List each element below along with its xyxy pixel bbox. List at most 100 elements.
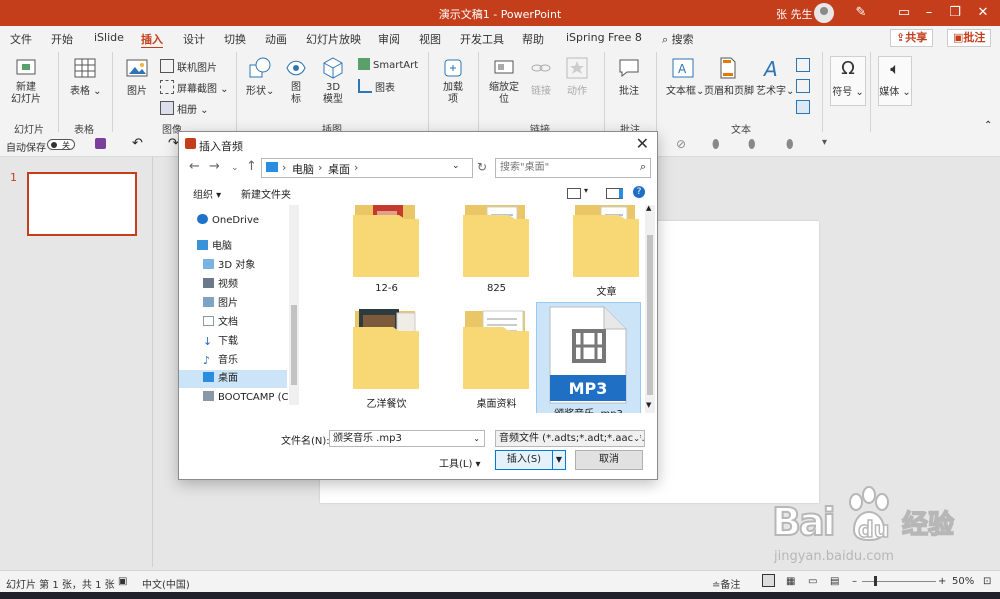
album-button[interactable]: 相册 ⌄ (160, 101, 209, 116)
table-button[interactable]: 表格 ⌄ (70, 56, 102, 97)
language[interactable]: 中文(中国) (142, 576, 190, 591)
address-bar[interactable]: › 电脑 › 桌面 › ⌄ (261, 158, 473, 178)
files-scrollbar-thumb[interactable] (647, 235, 653, 395)
tab-home[interactable]: 开始 (51, 31, 73, 47)
icons-button[interactable]: 图 标 (284, 56, 308, 106)
preview-pane-icon[interactable] (606, 188, 623, 199)
search-box[interactable]: ⌕ (495, 158, 651, 178)
files-scrollbar[interactable]: ▲ ▼ (645, 204, 655, 413)
tab-animations[interactable]: 动画 (265, 31, 287, 47)
filename-input[interactable]: 颁奖音乐 .mp3 ⌄ (329, 430, 485, 447)
back-icon[interactable]: ← (189, 159, 200, 174)
filename-dropdown-icon[interactable]: ⌄ (473, 431, 480, 446)
chart-button[interactable]: 图表 (358, 79, 395, 94)
zoom-level[interactable]: 50% (952, 576, 974, 587)
save-icon[interactable] (95, 138, 106, 149)
qat-shape-icon-4[interactable]: ⬮ (786, 137, 794, 152)
date-time-icon[interactable] (796, 58, 813, 73)
collapse-ribbon-icon[interactable]: ⌃ (984, 120, 992, 131)
autosave-toggle[interactable]: 关 (47, 139, 75, 150)
addins-button[interactable]: 加载 项 (438, 56, 468, 106)
object-icon[interactable] (796, 100, 813, 115)
nav-computer[interactable]: 电脑 (197, 238, 232, 256)
slide-thumbnail[interactable] (27, 172, 137, 236)
online-picture-button[interactable]: 联机图片 (160, 59, 217, 74)
minimize-icon[interactable]: – (918, 3, 940, 23)
filetype-select[interactable]: 音频文件 (*.adts;*.adt;*.aac;*.a ⌄ (495, 430, 645, 447)
view-dropdown-icon[interactable]: ▾ (584, 186, 588, 195)
help-icon[interactable]: ? (633, 186, 645, 198)
normal-view-icon[interactable] (762, 574, 775, 587)
nav-music[interactable]: ♪ 音乐 (203, 352, 238, 370)
pen-icon[interactable]: ✎ (850, 3, 872, 23)
3d-model-button[interactable]: 3D 模型 (318, 56, 348, 106)
header-footer-button[interactable]: 页眉和页脚 (704, 56, 754, 97)
tab-slideshow[interactable]: 幻灯片放映 (306, 31, 361, 47)
qat-shape-icon-2[interactable]: ⬮ (712, 137, 720, 152)
filetype-dropdown-icon[interactable]: ⌄ (633, 431, 640, 446)
search-input[interactable] (496, 159, 636, 175)
qat-customize-icon[interactable]: ▾ (822, 137, 827, 148)
nav-onedrive[interactable]: OneDrive (197, 212, 259, 230)
zoom-slider-thumb[interactable] (874, 576, 877, 586)
tools-button[interactable]: 工具(L) ▾ (439, 455, 481, 470)
tab-help[interactable]: 帮助 (522, 31, 544, 47)
smartart-button[interactable]: SmartArt (358, 58, 418, 71)
picture-button[interactable]: 图片 (122, 56, 152, 97)
zoom-in-icon[interactable]: + (938, 576, 946, 587)
tab-design[interactable]: 设计 (183, 31, 205, 47)
comments-button[interactable]: ▣批注 (947, 29, 992, 47)
close-icon[interactable]: ✕ (972, 3, 994, 23)
symbol-button[interactable]: Ω 符号 ⌄ (830, 56, 866, 106)
tab-ispring[interactable]: iSpring Free 8 (566, 31, 642, 44)
up-icon[interactable]: ↑ (246, 159, 257, 174)
tab-view[interactable]: 视图 (419, 31, 441, 47)
user-name[interactable]: 张 先生 (776, 6, 813, 22)
slide-sorter-icon[interactable]: ▦ (786, 576, 795, 587)
slide-number-icon[interactable] (796, 79, 813, 94)
wordart-button[interactable]: A 艺术字⌄ (756, 56, 794, 97)
undo-icon[interactable]: ↶ (132, 136, 143, 151)
nav-downloads[interactable]: ↓ 下载 (203, 333, 238, 351)
tab-transitions[interactable]: 切换 (224, 31, 246, 47)
zoom-out-icon[interactable]: – (852, 576, 857, 587)
new-slide-button[interactable]: 新建 幻灯片 (8, 56, 44, 106)
tab-review[interactable]: 审阅 (378, 31, 400, 47)
dialog-close-icon[interactable]: ✕ (636, 134, 649, 153)
action-button[interactable]: 动作 (564, 56, 590, 97)
nav-scrollbar-thumb[interactable] (291, 305, 297, 385)
refresh-icon[interactable]: ↻ (477, 160, 487, 174)
view-icon[interactable] (567, 188, 581, 199)
shapes-button[interactable]: 形状⌄ (246, 56, 274, 97)
media-button[interactable]: 🔈︎ 媒体 ⌄ (878, 56, 912, 106)
ribbon-display-icon[interactable]: ▭ (893, 3, 915, 23)
organize-button[interactable]: 组织 ▾ (193, 186, 221, 201)
tab-developer[interactable]: 开发工具 (460, 31, 504, 47)
zoom-button[interactable]: 缩放定 位 (486, 56, 522, 106)
tab-insert[interactable]: 插入 (141, 31, 163, 49)
insert-dropdown-icon[interactable]: ▼ (552, 450, 566, 470)
restore-icon[interactable]: ❐ (944, 3, 966, 23)
tab-file[interactable]: 文件 (10, 31, 32, 47)
textbox-button[interactable]: A 文本框⌄ (666, 56, 704, 97)
avatar[interactable] (814, 3, 834, 23)
reading-view-icon[interactable]: ▭ (808, 576, 817, 587)
notes-button[interactable]: ≐备注 (712, 576, 740, 591)
nav-3d-objects[interactable]: 3D 对象 (203, 257, 255, 275)
address-dropdown-icon[interactable]: ⌄ (452, 161, 460, 171)
spelling-icon[interactable]: ▣ (118, 576, 127, 587)
nav-bootcamp[interactable]: BOOTCAMP (C: (203, 389, 292, 407)
insert-button[interactable]: 插入(S) (495, 450, 553, 470)
qat-shape-icon-1[interactable]: ⊘ (676, 137, 686, 151)
slideshow-view-icon[interactable]: ▤ (830, 576, 839, 587)
link-button[interactable]: 链接 (528, 56, 554, 97)
breadcrumb-desktop[interactable]: 桌面 (328, 161, 350, 177)
fit-slide-icon[interactable]: ⊡ (983, 576, 991, 587)
nav-pictures[interactable]: 图片 (203, 295, 238, 313)
nav-desktop[interactable]: 桌面 (179, 370, 287, 388)
nav-videos[interactable]: 视频 (203, 276, 238, 294)
tab-islide[interactable]: iSlide (94, 31, 124, 44)
forward-icon[interactable]: → (209, 159, 220, 174)
comment-button[interactable]: 批注 (614, 56, 644, 97)
share-button[interactable]: ⇪共享 (890, 29, 934, 47)
